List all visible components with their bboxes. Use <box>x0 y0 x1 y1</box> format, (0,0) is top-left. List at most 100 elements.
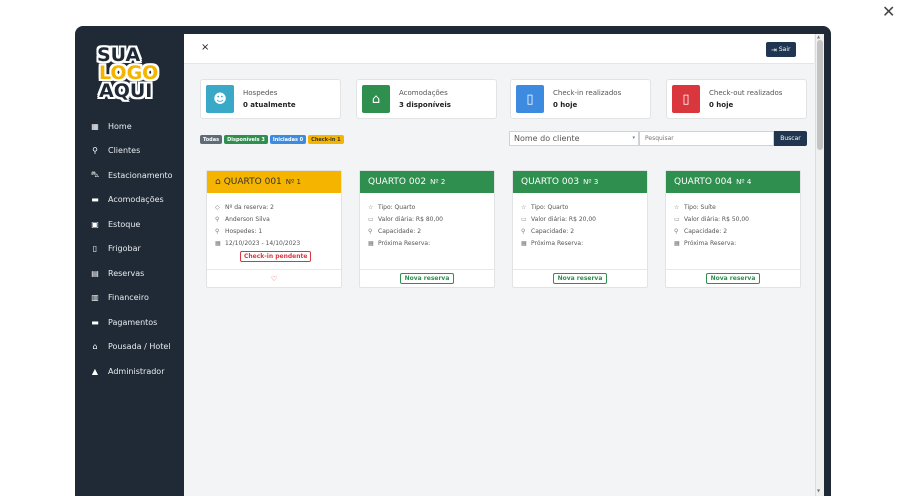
logout-label: Sair <box>778 46 791 53</box>
room-card-003[interactable]: QUARTO 003 Nº 3 ☆ Tipo: Quarto ▭ Valor diá… <box>512 170 648 288</box>
room-card-001[interactable]: ⌂ QUARTO 001 Nº 1 ◇ Nº da reserva: 2 ⚲ And… <box>206 170 342 288</box>
room-info-text: Valor diária: R$ 50,00 <box>684 215 749 223</box>
room-title: QUARTO 001 <box>223 177 282 187</box>
room-card-002[interactable]: QUARTO 002 Nº 2 ☆ Tipo: Quarto ▭ Valor diá… <box>359 170 495 288</box>
room-info-text: Valor diária: R$ 80,00 <box>378 215 443 223</box>
room-info-line: ▭ Valor diária: R$ 80,00 <box>368 213 494 225</box>
lock-icon: ▲ <box>91 366 99 376</box>
room-header: QUARTO 003 Nº 3 <box>513 171 647 193</box>
user-icon: ⚲ <box>92 146 98 156</box>
sidebar-item-financeiro[interactable]: ▥ Financeiro <box>75 286 184 311</box>
room-info-line: ☆ Tipo: Quarto <box>368 201 494 213</box>
money-icon: ▭ <box>368 215 374 223</box>
grid-icon: ▦ <box>91 121 99 131</box>
room-header: QUARTO 004 Nº 4 <box>666 171 800 193</box>
sidebar: SUA LOGO AQUI ▦ Home ⚲ Clientes ⛍ Estaciona… <box>75 34 184 496</box>
new-reservation-button[interactable]: Nova reserva <box>399 273 455 284</box>
filter-checkin[interactable]: Check-in 1 <box>308 135 344 144</box>
user-icon: ⚲ <box>215 215 220 223</box>
room-header: QUARTO 002 Nº 2 <box>360 171 494 193</box>
room-info-line: ▦ 12/10/2023 - 14/10/2023 <box>215 237 341 249</box>
room-info-text: Tipo: Quarto <box>531 203 569 211</box>
door-out-icon: ▯ <box>672 85 700 113</box>
room-footer: Nova reserva <box>513 269 647 287</box>
stat-value: 3 disponíveis <box>399 101 451 109</box>
main-content: × ⇥ Sair ▲ ▼ ☻ Hospedes 0 atualmente ⌂ Ac… <box>184 34 824 496</box>
new-reservation-button[interactable]: Nova reserva <box>705 273 761 284</box>
room-info-line: ▭ Valor diária: R$ 20,00 <box>521 213 647 225</box>
room-footer: Nova reserva <box>360 269 494 287</box>
sidebar-item-estoque[interactable]: ▣ Estoque <box>75 212 184 237</box>
money-icon: ▭ <box>521 215 527 223</box>
calendar-icon: ▦ <box>215 239 221 247</box>
sidebar-item-label: Administrador <box>108 366 165 376</box>
car-icon: ⛍ <box>90 170 100 180</box>
room-info-line: ⚲ Capacidade: 2 <box>521 225 647 237</box>
room-info-text: Anderson Silva <box>225 215 270 223</box>
filter-iniciadas[interactable]: Iniciadas 0 <box>269 135 307 144</box>
sidebar-item-clientes[interactable]: ⚲ Clientes <box>75 139 184 164</box>
room-info-text: Próxima Reserva: <box>684 239 737 247</box>
scroll-up-icon[interactable]: ▲ <box>817 34 820 39</box>
stat-label: Check-out realizados <box>709 89 783 97</box>
checkin-pending-badge[interactable]: Check-in pendente <box>240 251 312 262</box>
sidebar-item-label: Estacionamento <box>108 170 173 180</box>
sidebar-item-label: Financeiro <box>108 293 149 303</box>
sidebar-item-label: Frigobar <box>108 244 141 254</box>
client-select-value: Nome do cliente <box>514 134 580 143</box>
calendar-icon: ▦ <box>674 239 680 247</box>
room-info-line: ☆ Tipo: Suíte <box>674 201 800 213</box>
room-info-line: ⚲ Capacidade: 2 <box>674 225 800 237</box>
room-number: Nº 2 <box>430 178 446 186</box>
close-icon[interactable]: × <box>201 42 209 53</box>
room-card-004[interactable]: QUARTO 004 Nº 4 ☆ Tipo: Suíte ▭ Valor diár… <box>665 170 801 288</box>
logout-icon: ⇥ <box>771 45 777 54</box>
sidebar-item-label: Acomodações <box>108 195 164 205</box>
sidebar-item-pousada-hotel[interactable]: ⌂ Pousada / Hotel <box>75 335 184 360</box>
search-input[interactable] <box>639 131 774 146</box>
client-select[interactable]: Nome do cliente ▾ <box>509 131 639 146</box>
sidebar-item-reservas[interactable]: ▤ Reservas <box>75 261 184 286</box>
search-button[interactable]: Buscar <box>774 131 807 146</box>
page-close-icon[interactable]: ✕ <box>882 2 895 21</box>
sidebar-item-home[interactable]: ▦ Home <box>75 114 184 139</box>
capacity-icon: ⚲ <box>368 227 373 235</box>
room-body: ◇ Nº da reserva: 2 ⚲ Anderson Silva ⚲ Hospe… <box>207 193 341 249</box>
room-info-line: ⚲ Capacidade: 2 <box>368 225 494 237</box>
calendar-icon: ▦ <box>368 239 374 247</box>
box-icon: ▣ <box>91 219 99 229</box>
room-number: Nº 1 <box>285 178 301 186</box>
money-icon: ▭ <box>674 215 680 223</box>
new-reservation-button[interactable]: Nova reserva <box>552 273 608 284</box>
sidebar-item-label: Reservas <box>108 268 145 278</box>
room-info-text: Nº da reserva: 2 <box>225 203 274 211</box>
fridge-icon: ▯ <box>92 244 98 254</box>
room-header: ⌂ QUARTO 001 Nº 1 <box>207 171 341 193</box>
room-info-line: ▦ Próxima Reserva: <box>368 237 494 249</box>
scrollbar-thumb[interactable] <box>817 40 823 150</box>
room-title: QUARTO 002 <box>368 177 427 187</box>
guests-icon: ⚲ <box>215 227 220 235</box>
scrollbar[interactable]: ▲ ▼ <box>815 34 824 496</box>
room-number: Nº 4 <box>736 178 752 186</box>
sidebar-item-pagamentos[interactable]: ▬ Pagamentos <box>75 310 184 335</box>
filter-disponiveis[interactable]: Disponíveis 3 <box>224 135 268 144</box>
room-info-text: Capacidade: 2 <box>531 227 575 235</box>
sidebar-item-estacionamento[interactable]: ⛍ Estacionamento <box>75 163 184 188</box>
scroll-down-icon[interactable]: ▼ <box>817 488 820 493</box>
sidebar-item-administrador[interactable]: ▲ Administrador <box>75 359 184 384</box>
heart-icon[interactable]: ♡ <box>271 275 277 283</box>
card-icon: ▬ <box>91 317 99 327</box>
room-title: QUARTO 004 <box>674 177 733 187</box>
room-info-line: ◇ Nº da reserva: 2 <box>215 201 341 213</box>
sidebar-item-acomodacoes[interactable]: ▬ Acomodações <box>75 188 184 213</box>
room-info-text: Capacidade: 2 <box>684 227 728 235</box>
stat-label: Check-in realizados <box>553 89 622 97</box>
filter-todas[interactable]: Todas <box>200 135 223 144</box>
stat-value: 0 atualmente <box>243 101 296 109</box>
star-icon: ☆ <box>368 203 374 211</box>
logout-button[interactable]: ⇥ Sair <box>766 42 796 57</box>
sidebar-item-frigobar[interactable]: ▯ Frigobar <box>75 237 184 262</box>
room-info-text: Tipo: Quarto <box>378 203 416 211</box>
room-footer: ♡ <box>207 269 341 287</box>
